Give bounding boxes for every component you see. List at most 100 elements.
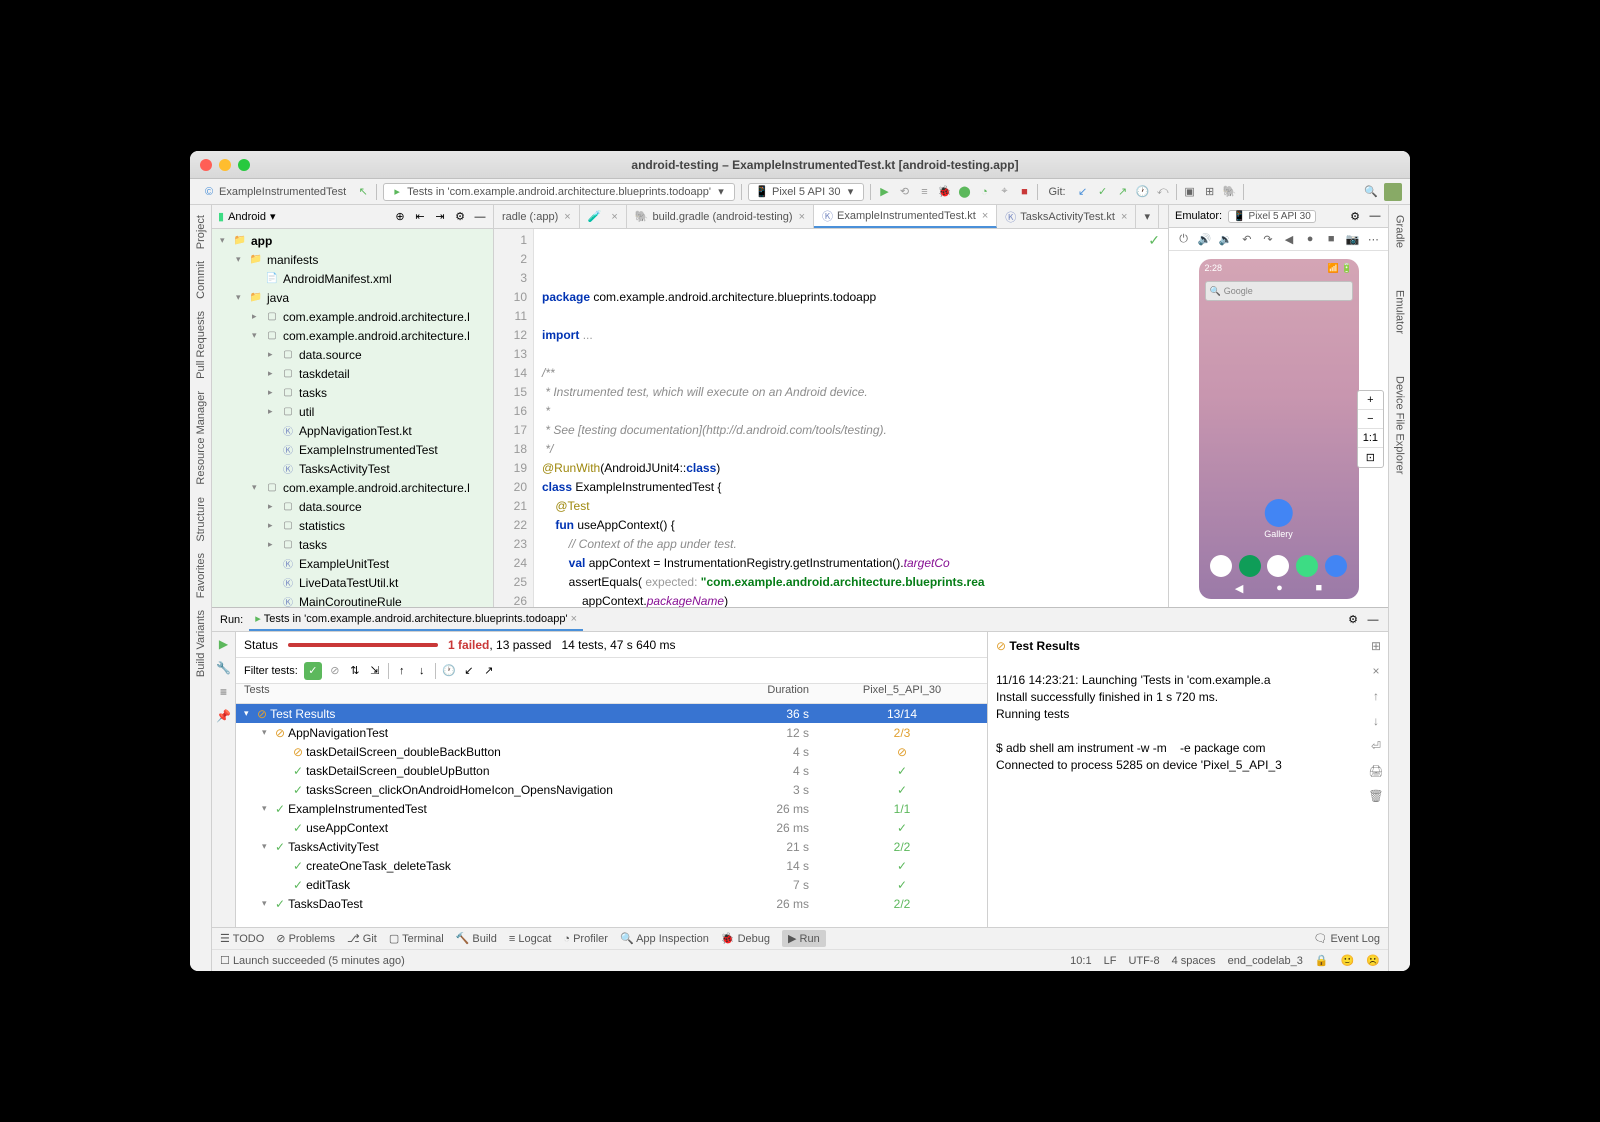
update-icon[interactable]: ↙ xyxy=(1076,185,1090,199)
attach-debugger-icon[interactable]: ⌖ xyxy=(997,185,1011,199)
test-row[interactable]: ▾⊘Test Results36 s13/14 xyxy=(236,704,987,723)
scroll-down-icon[interactable]: ↓ xyxy=(1373,713,1379,730)
expand-icon[interactable]: ⇥ xyxy=(433,210,447,224)
code-content[interactable]: ✓ package com.example.android.architectu… xyxy=(534,229,1168,607)
tree-row[interactable]: ▸▢tasks xyxy=(212,383,493,402)
rollback-icon[interactable]: ⤺ xyxy=(1156,185,1170,199)
tree-row[interactable]: ▾📁java xyxy=(212,288,493,307)
status-item[interactable]: UTF-8 xyxy=(1128,955,1159,967)
coverage-icon[interactable]: ⬤ xyxy=(957,185,971,199)
tree-row[interactable]: ▸▢taskdetail xyxy=(212,364,493,383)
hide-icon[interactable]: — xyxy=(1366,613,1380,627)
nav-overview-icon[interactable]: ■ xyxy=(1315,582,1322,595)
test-row[interactable]: ✓createOneTask_deleteTask14 s✓ xyxy=(236,856,987,875)
show-ignored-toggle[interactable]: ⊘ xyxy=(328,664,342,678)
project-tree[interactable]: ▾📁app▾📁manifests📄AndroidManifest.xml▾📁ja… xyxy=(212,229,493,607)
smile-icon[interactable]: 🙂 xyxy=(1341,954,1355,967)
screenshot-icon[interactable]: 📷 xyxy=(1345,232,1359,246)
commit-icon[interactable]: ✓ xyxy=(1096,185,1110,199)
next-fail-icon[interactable]: ↓ xyxy=(415,664,429,678)
breadcrumb[interactable]: © ExampleInstrumentedTest xyxy=(198,183,350,201)
tabs-dropdown[interactable]: ▾ xyxy=(1136,205,1159,228)
status-item[interactable]: LF xyxy=(1104,955,1117,967)
prev-fail-icon[interactable]: ↑ xyxy=(395,664,409,678)
stop-icon[interactable]: ■ xyxy=(1017,185,1031,199)
run-tab[interactable]: ▸ Tests in 'com.example.android.architec… xyxy=(249,608,583,631)
zoom-fit-button[interactable]: ⊡ xyxy=(1358,448,1383,467)
run-icon[interactable]: ▶ xyxy=(877,185,891,199)
debug-icon[interactable]: 🐞 xyxy=(937,185,951,199)
project-view-selector[interactable]: ▮ Android ▾ xyxy=(218,210,276,223)
avatar-icon[interactable] xyxy=(1384,183,1402,201)
bottom-tab-run[interactable]: ▶ Run xyxy=(782,930,826,947)
zoom-in-button[interactable]: + xyxy=(1358,391,1383,410)
gallery-app-icon[interactable] xyxy=(1264,499,1292,527)
bottom-tab-terminal[interactable]: ▢ Terminal xyxy=(389,932,444,945)
device-screen[interactable]: 2:28 📶 🔋 🔍 Google Gallery xyxy=(1199,259,1359,599)
import-icon[interactable]: 🕐 xyxy=(442,664,456,678)
editor-tab[interactable]: ⓀExampleInstrumentedTest.kt× xyxy=(814,205,997,228)
profile-icon[interactable]: ◔ xyxy=(977,185,991,199)
bottom-tab-logcat[interactable]: ≡ Logcat xyxy=(509,933,552,945)
tree-row[interactable]: ▸▢tasks xyxy=(212,535,493,554)
nav-back-icon[interactable]: ◀ xyxy=(1235,582,1243,595)
run-config-selector[interactable]: ▸ Tests in 'com.example.android.architec… xyxy=(383,183,735,201)
editor-tab[interactable]: ⓀTasksActivityTest.kt× xyxy=(997,205,1136,228)
gear-icon[interactable]: ⚙ xyxy=(1348,209,1362,223)
tree-row[interactable]: 📄AndroidManifest.xml xyxy=(212,269,493,288)
home-icon[interactable]: ● xyxy=(1303,232,1317,246)
bottom-tab-problems[interactable]: ⊘ Problems xyxy=(276,932,335,945)
tree-row[interactable]: ▸▢util xyxy=(212,402,493,421)
back-icon[interactable]: ◀ xyxy=(1282,232,1296,246)
camera-app-icon[interactable] xyxy=(1325,555,1347,577)
right-tab-device-file-explorer[interactable]: Device File Explorer xyxy=(1392,370,1408,480)
soft-wrap-icon[interactable]: ⏎ xyxy=(1371,738,1381,755)
expand-all-icon[interactable]: ⇲ xyxy=(368,664,382,678)
rotate-right-icon[interactable]: ↷ xyxy=(1261,232,1275,246)
sort-icon[interactable]: ⇅ xyxy=(348,664,362,678)
left-tab-commit[interactable]: Commit xyxy=(193,255,209,305)
status-item[interactable]: 4 spaces xyxy=(1172,955,1216,967)
editor-tab[interactable]: 🐘build.gradle (android-testing)× xyxy=(627,205,814,228)
event-log-tab[interactable]: 🗨 Event Log xyxy=(1313,932,1380,945)
tree-row[interactable]: ⓀLiveDataTestUtil.kt xyxy=(212,573,493,592)
test-row[interactable]: ✓useAppContext26 ms✓ xyxy=(236,818,987,837)
test-row[interactable]: ✓tasksScreen_clickOnAndroidHomeIcon_Open… xyxy=(236,780,987,799)
left-tab-structure[interactable]: Structure xyxy=(193,491,209,548)
sdk-icon[interactable]: ⊞ xyxy=(1203,185,1217,199)
tree-row[interactable]: ▾▢com.example.android.architecture.l xyxy=(212,478,493,497)
close-icon[interactable] xyxy=(200,159,212,171)
home-search-widget[interactable]: 🔍 Google xyxy=(1205,281,1353,301)
close-icon[interactable]: × xyxy=(571,613,577,625)
status-item[interactable]: 10:1 xyxy=(1070,955,1091,967)
overview-icon[interactable]: ■ xyxy=(1324,232,1338,246)
tree-row[interactable]: ▸▢com.example.android.architecture.l xyxy=(212,307,493,326)
volume-up-icon[interactable]: 🔊 xyxy=(1198,232,1212,246)
test-row[interactable]: ✓editTask7 s✓ xyxy=(236,875,987,894)
test-row[interactable]: ▾⊘AppNavigationTest12 s2/3 xyxy=(236,723,987,742)
zoom-out-button[interactable]: − xyxy=(1358,410,1383,429)
left-tab-project[interactable]: Project xyxy=(193,209,209,255)
test-row[interactable]: ▾✓TasksActivityTest21 s2/2 xyxy=(236,837,987,856)
zoom-ratio-button[interactable]: 1:1 xyxy=(1358,429,1383,448)
hide-icon[interactable]: — xyxy=(1368,209,1382,223)
search-icon[interactable]: 🔍 xyxy=(1364,185,1378,199)
bottom-tab-git[interactable]: ⎇ Git xyxy=(347,932,377,945)
test-row[interactable]: ⊘taskDetailScreen_doubleBackButton4 s⊘ xyxy=(236,742,987,761)
sync-icon[interactable]: 🐘 xyxy=(1223,185,1237,199)
collapse-icon[interactable]: ⇤ xyxy=(413,210,427,224)
bottom-tab-build[interactable]: 🔨 Build xyxy=(456,932,497,945)
code-editor[interactable]: 1231011121314151617181920212223242526 ✓ … xyxy=(494,229,1168,607)
app-icon[interactable] xyxy=(1296,555,1318,577)
editor-tab[interactable]: 🧪× xyxy=(580,205,627,228)
messages-app-icon[interactable] xyxy=(1239,555,1261,577)
tree-row[interactable]: ▾📁app xyxy=(212,231,493,250)
frown-icon[interactable]: ☹️ xyxy=(1366,954,1380,967)
status-icon[interactable]: ☐ xyxy=(220,954,230,967)
test-row[interactable]: ▾✓TasksDaoTest26 ms2/2 xyxy=(236,894,987,913)
gear-icon[interactable]: ⚙ xyxy=(453,210,467,224)
tree-row[interactable]: ⓀTasksActivityTest xyxy=(212,459,493,478)
apply-code-icon[interactable]: ≡ xyxy=(917,185,931,199)
left-tab-favorites[interactable]: Favorites xyxy=(193,547,209,604)
left-tab-build-variants[interactable]: Build Variants xyxy=(193,604,209,683)
